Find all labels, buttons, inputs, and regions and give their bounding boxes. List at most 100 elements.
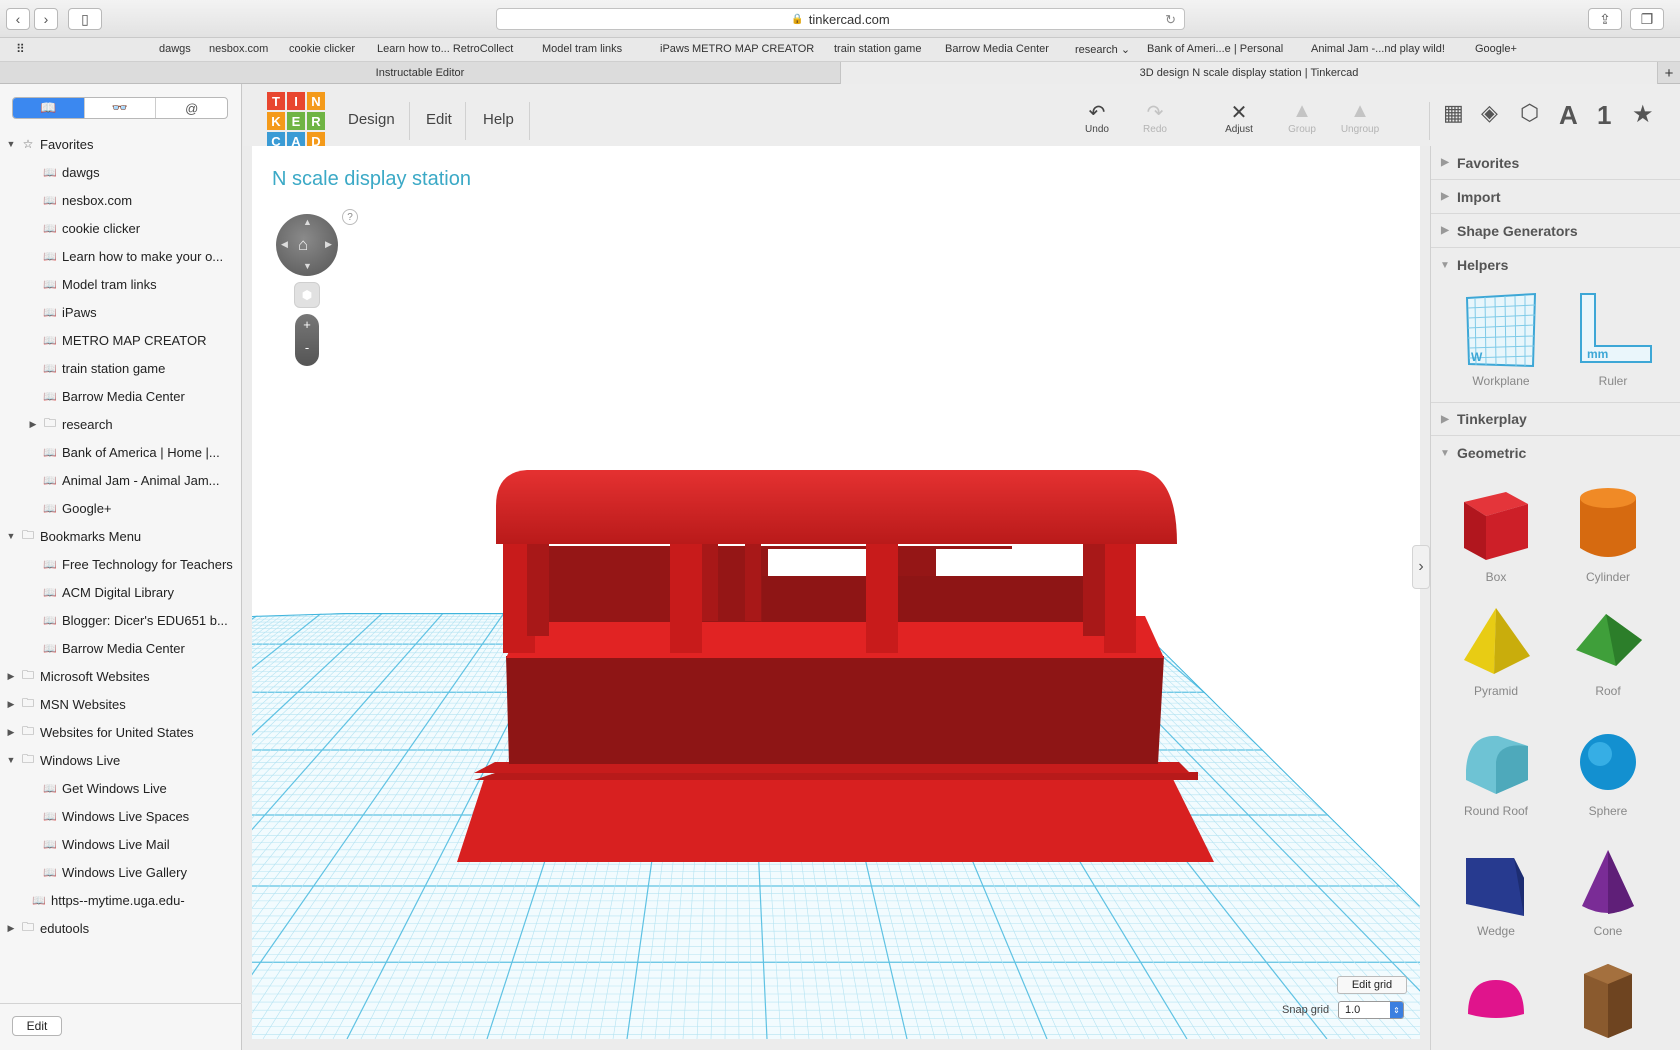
reload-icon[interactable]: ↻ bbox=[1165, 12, 1176, 28]
disclosure-closed-icon[interactable]: ▶ bbox=[6, 923, 16, 934]
sidebar-item-blogger-dicer-s-edu651-b[interactable]: 📖 Blogger: Dicer's EDU651 b... bbox=[0, 606, 242, 634]
fav-train-station[interactable]: train station game bbox=[834, 43, 921, 55]
model-platform[interactable] bbox=[506, 616, 1164, 658]
sidebar-toggle-button[interactable]: ▯ bbox=[68, 8, 102, 30]
sidebar-item-websites-for-united-states[interactable]: ▶ 🗀 Websites for United States bbox=[0, 718, 242, 746]
fav-ipaws[interactable]: iPaws bbox=[660, 43, 689, 55]
sidebar-item-msn-websites[interactable]: ▶ 🗀 MSN Websites bbox=[0, 690, 242, 718]
shape-polygon[interactable] bbox=[1553, 958, 1663, 1042]
sidebar-item-favorites[interactable]: ▼ ☆ Favorites bbox=[0, 130, 242, 158]
undo-button[interactable]: ↶ Undo bbox=[1067, 100, 1127, 135]
shape-roof[interactable]: Roof bbox=[1553, 604, 1663, 698]
menu-help[interactable]: Help bbox=[483, 111, 514, 128]
model-back-wall-right[interactable] bbox=[762, 576, 1112, 622]
edit-grid-button[interactable]: Edit grid bbox=[1337, 976, 1407, 994]
sidebar-item-ipaws[interactable]: 📖 iPaws bbox=[0, 298, 242, 326]
arrow-up-icon[interactable]: ▲ bbox=[303, 217, 312, 227]
model-base-ledge[interactable] bbox=[474, 772, 1198, 780]
adjust-button[interactable]: ✕ Adjust bbox=[1209, 100, 1269, 135]
fav-animal-jam[interactable]: Animal Jam -...nd play wild! bbox=[1311, 43, 1445, 55]
shape-cylinder[interactable]: Cylinder bbox=[1553, 482, 1663, 584]
sidebar-item-get-windows-live[interactable]: 📖 Get Windows Live bbox=[0, 774, 242, 802]
shape-box[interactable]: Box bbox=[1441, 482, 1551, 584]
menu-edit[interactable]: Edit bbox=[426, 111, 452, 128]
sidebar-item-metro-map-creator[interactable]: 📖 METRO MAP CREATOR bbox=[0, 326, 242, 354]
section-shape-generators[interactable]: ▶ Shape Generators bbox=[1431, 214, 1680, 248]
fav-cookie-clicker[interactable]: cookie clicker bbox=[289, 43, 355, 55]
orbit-control[interactable]: ▲ ▼ ◀ ▶ ⌂ bbox=[276, 214, 338, 276]
shared-links-tab-icon[interactable]: @ bbox=[156, 98, 227, 118]
fav-research[interactable]: research ⌄ bbox=[1075, 43, 1130, 56]
sidebar-edit-button[interactable]: Edit bbox=[12, 1016, 62, 1036]
tab-instructable[interactable]: Instructable Editor bbox=[0, 62, 840, 84]
reading-list-tab-icon[interactable]: 👓 bbox=[85, 98, 157, 118]
shape-round-roof[interactable]: Round Roof bbox=[1441, 724, 1551, 818]
disclosure-open-icon[interactable]: ▼ bbox=[6, 139, 16, 149]
snap-grid-select[interactable]: 1.0 ⇕ bbox=[1338, 1001, 1404, 1019]
sidebar-item-bank-of-america-home[interactable]: 📖 Bank of America | Home |... bbox=[0, 438, 242, 466]
disclosure-closed-icon[interactable]: ▶ bbox=[6, 671, 16, 682]
disclosure-closed-icon[interactable]: ▶ bbox=[6, 727, 16, 738]
section-helpers[interactable]: ▼ Helpers bbox=[1431, 248, 1680, 282]
address-bar[interactable]: 🔒 tinkercad.com ↻ bbox=[496, 8, 1185, 30]
model-base[interactable] bbox=[457, 779, 1214, 862]
sidebar-item-windows-live[interactable]: ▼ 🗀 Windows Live bbox=[0, 746, 242, 774]
sidebar-item-https-mytime-uga-edu[interactable]: 📖 https--mytime.uga.edu- bbox=[0, 886, 242, 914]
shape-half-sphere[interactable] bbox=[1441, 964, 1551, 1028]
fav-model-tram[interactable]: Model tram links bbox=[542, 43, 622, 55]
bookmarks-tab-icon[interactable]: 📖 bbox=[13, 98, 85, 118]
sidebar-item-windows-live-mail[interactable]: 📖 Windows Live Mail bbox=[0, 830, 242, 858]
sidebar-item-google[interactable]: 📖 Google+ bbox=[0, 494, 242, 522]
fav-dawgs[interactable]: dawgs bbox=[159, 43, 191, 55]
perspective-cube-icon[interactable]: ⬡ bbox=[1520, 100, 1539, 126]
arrow-right-icon[interactable]: ▶ bbox=[325, 239, 332, 250]
disclosure-closed-icon[interactable]: ▶ bbox=[6, 699, 16, 710]
group-button[interactable]: ▲ Group bbox=[1272, 100, 1332, 135]
tabs-overview-button[interactable]: ❐ bbox=[1630, 8, 1664, 30]
number-icon[interactable]: 1 bbox=[1597, 100, 1611, 131]
model-body[interactable] bbox=[506, 656, 1164, 764]
sidebar-item-animal-jam-animal-jam[interactable]: 📖 Animal Jam - Animal Jam... bbox=[0, 466, 242, 494]
sidebar-item-free-technology-for-teachers[interactable]: 📖 Free Technology for Teachers bbox=[0, 550, 242, 578]
tab-tinkercad[interactable]: 3D design N scale display station | Tink… bbox=[840, 62, 1658, 84]
sidebar-item-microsoft-websites[interactable]: ▶ 🗀 Microsoft Websites bbox=[0, 662, 242, 690]
section-import[interactable]: ▶ Import bbox=[1431, 180, 1680, 214]
sidebar-item-research[interactable]: ▶ 🗀 research bbox=[0, 410, 242, 438]
section-favorites[interactable]: ▶ Favorites bbox=[1431, 146, 1680, 180]
share-button[interactable]: ⇪ bbox=[1588, 8, 1622, 30]
helper-ruler[interactable]: mm Ruler bbox=[1563, 290, 1663, 388]
shape-pyramid[interactable]: Pyramid bbox=[1441, 604, 1551, 698]
sidebar-item-windows-live-spaces[interactable]: 📖 Windows Live Spaces bbox=[0, 802, 242, 830]
text-icon[interactable]: A bbox=[1559, 100, 1578, 131]
fav-metro-map[interactable]: METRO MAP CREATOR bbox=[692, 43, 814, 55]
ungroup-button[interactable]: ▲ Ungroup bbox=[1330, 100, 1390, 135]
sidebar-item-dawgs[interactable]: 📖 dawgs bbox=[0, 158, 242, 186]
zoom-out-button[interactable]: - bbox=[295, 340, 319, 355]
sidebar-item-cookie-clicker[interactable]: 📖 cookie clicker bbox=[0, 214, 242, 242]
disclosure-open-icon[interactable]: ▼ bbox=[6, 531, 16, 541]
arrow-left-icon[interactable]: ◀ bbox=[281, 239, 288, 250]
fav-bank[interactable]: Bank of Ameri...e | Personal bbox=[1147, 43, 1283, 55]
sidebar-item-windows-live-gallery[interactable]: 📖 Windows Live Gallery bbox=[0, 858, 242, 886]
shape-cone[interactable]: Cone bbox=[1553, 844, 1663, 938]
sidebar-item-barrow-media-center[interactable]: 📖 Barrow Media Center bbox=[0, 382, 242, 410]
grid-view-icon[interactable]: ▦ bbox=[1443, 100, 1464, 126]
home-icon[interactable]: ⌂ bbox=[298, 235, 308, 255]
section-geometric[interactable]: ▼ Geometric bbox=[1431, 436, 1680, 470]
tinkercad-logo[interactable]: TINKERCAD bbox=[267, 92, 327, 152]
helper-workplane[interactable]: W Workplane bbox=[1451, 290, 1551, 388]
back-button[interactable]: ‹ bbox=[6, 8, 30, 30]
model-back-window-right[interactable] bbox=[936, 549, 1094, 576]
help-icon[interactable]: ? bbox=[342, 209, 358, 225]
disclosure-open-icon[interactable]: ▼ bbox=[6, 755, 16, 765]
new-tab-button[interactable]: + bbox=[1658, 62, 1680, 84]
redo-button[interactable]: ↷ Redo bbox=[1125, 100, 1185, 135]
forward-button[interactable]: › bbox=[34, 8, 58, 30]
sidebar-item-train-station-game[interactable]: 📖 train station game bbox=[0, 354, 242, 382]
model-roof[interactable] bbox=[496, 470, 1177, 544]
arrow-down-icon[interactable]: ▼ bbox=[303, 261, 312, 271]
menu-design[interactable]: Design bbox=[348, 111, 395, 128]
sidebar-item-model-tram-links[interactable]: 📖 Model tram links bbox=[0, 270, 242, 298]
fit-view-icon[interactable]: ⬢ bbox=[294, 282, 320, 308]
disclosure-closed-icon[interactable]: ▶ bbox=[28, 419, 38, 430]
